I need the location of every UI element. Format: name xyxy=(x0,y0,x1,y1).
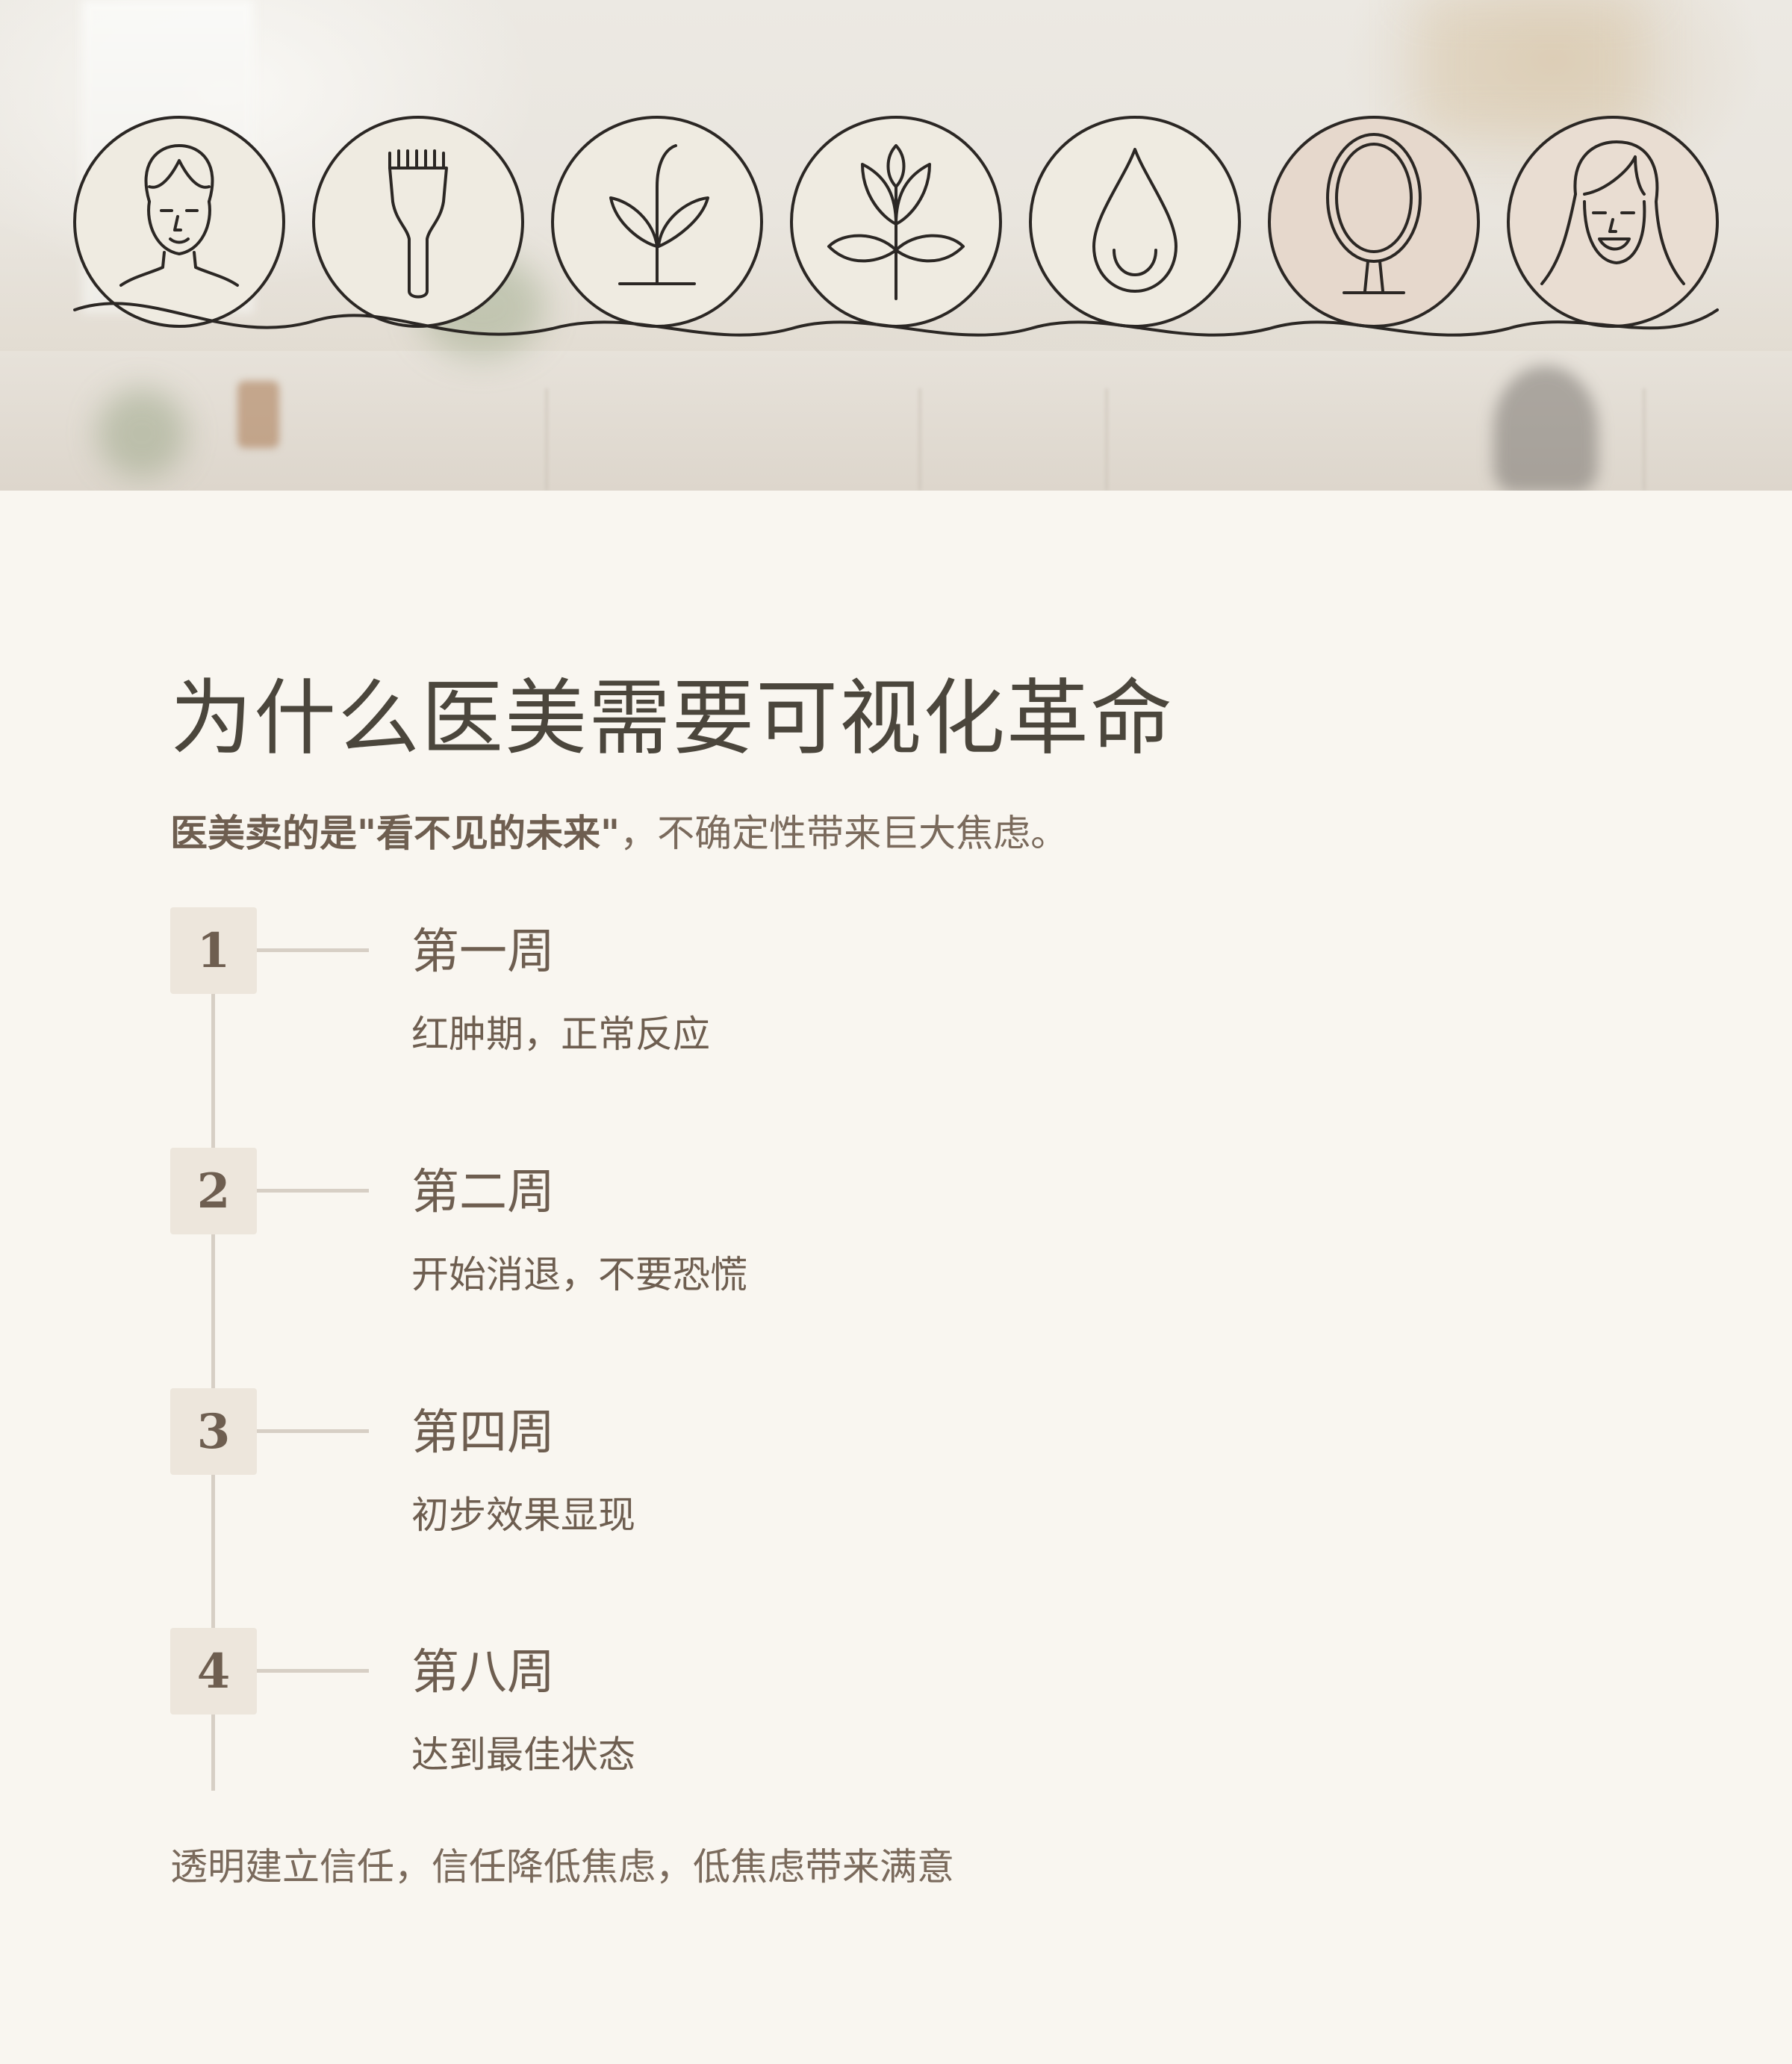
beauty-icon-strip xyxy=(73,116,1719,337)
subtitle-emphasis: 医美卖的是"看不见的未来" xyxy=(170,812,620,855)
timeline-step: 1 第一周 红肿期，正常反应 xyxy=(0,907,1792,1101)
step-description: 开始消退，不要恐慌 xyxy=(411,1253,747,1296)
step-connector xyxy=(257,1669,369,1673)
step-description: 达到最佳状态 xyxy=(411,1733,635,1777)
footer-note: 透明建立信任，信任降低焦虑，低焦虑带来满意 xyxy=(170,1845,954,1889)
step-description: 初步效果显现 xyxy=(411,1493,635,1537)
hero-banner xyxy=(0,0,1792,491)
step-number-badge: 4 xyxy=(170,1628,257,1715)
subtitle: 医美卖的是"看不见的未来"，不确定性带来巨大焦虑。 xyxy=(170,803,1068,857)
brush-circle xyxy=(312,116,524,328)
step-connector xyxy=(257,1429,369,1433)
timeline-step: 2 第二周 开始消退，不要恐慌 xyxy=(0,1148,1792,1342)
subtitle-rest: ，不确定性带来巨大焦虑。 xyxy=(620,812,1068,855)
page-title: 为什么医美需要可视化革命 xyxy=(170,671,1174,766)
step-connector xyxy=(257,1189,369,1193)
timeline-step: 3 第四周 初步效果显现 xyxy=(0,1388,1792,1582)
step-week: 第二周 xyxy=(411,1165,555,1220)
step-connector xyxy=(257,948,369,952)
step-description: 红肿期，正常反应 xyxy=(411,1013,710,1056)
timeline-step: 4 第八周 达到最佳状态 xyxy=(0,1628,1792,1822)
mirror-circle xyxy=(1268,116,1480,328)
step-week: 第四周 xyxy=(411,1405,555,1461)
step-week: 第一周 xyxy=(411,924,555,980)
step-week: 第八周 xyxy=(411,1645,555,1700)
step-number-badge: 3 xyxy=(170,1388,257,1475)
woman-face-circle xyxy=(73,116,285,328)
step-number-badge: 1 xyxy=(170,907,257,994)
step-number-badge: 2 xyxy=(170,1148,257,1234)
